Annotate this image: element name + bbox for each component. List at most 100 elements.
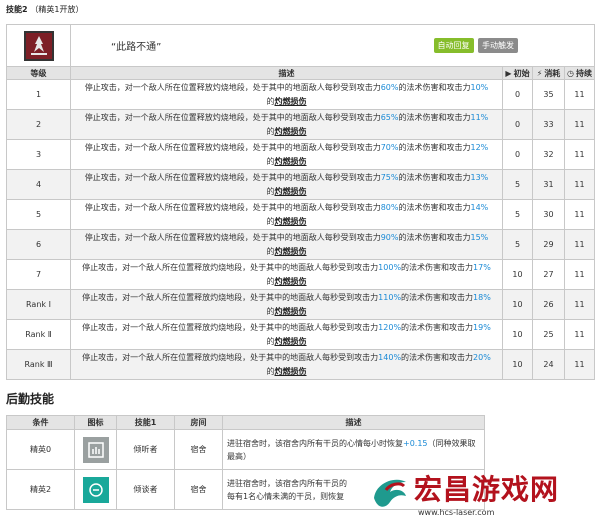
watermark-brand: 宏昌游戏网 — [414, 472, 560, 506]
tag-auto-recovery: 自动回复 — [433, 38, 474, 53]
level-cost: 33 — [532, 109, 565, 140]
level-cost: 31 — [532, 169, 565, 200]
col-desc: 描述 — [70, 66, 503, 80]
skill-flame-icon — [23, 30, 54, 61]
skill-level-row: Rank Ⅰ 停止攻击，对一个敌人所在位置释放灼烧地段，处于其中的地面敌人每秒受到… — [6, 289, 596, 320]
level-cost: 30 — [532, 199, 565, 230]
level-duration: 11 — [563, 109, 596, 140]
level-label: Rank Ⅲ — [6, 349, 71, 380]
level-label: 6 — [6, 229, 71, 260]
level-desc: 停止攻击，对一个敌人所在位置释放灼烧地段，处于其中的地面敌人每秒受到攻击力90%… — [70, 229, 503, 260]
level-desc: 停止攻击，对一个敌人所在位置释放灼烧地段，处于其中的地面敌人每秒受到攻击力70%… — [70, 139, 503, 170]
skill-column-header: 等级 描述 ▶ 初始 ⚡ 消耗 ◷ 持续 — [6, 66, 596, 80]
skill-level-row: 4 停止攻击，对一个敌人所在位置释放灼烧地段，处于其中的地面敌人每秒受到攻击力75… — [6, 169, 596, 200]
level-desc: 停止攻击，对一个敌人所在位置释放灼烧地段，处于其中的地面敌人每秒受到攻击力140… — [70, 349, 503, 380]
bolt-icon: ⚡ — [536, 68, 543, 78]
level-duration: 11 — [563, 349, 596, 380]
skill-name: “此路不通” — [111, 42, 162, 53]
level-desc: 停止攻击，对一个敌人所在位置释放灼烧地段，处于其中的地面敌人每秒受到攻击力80%… — [70, 199, 503, 230]
level-init: 0 — [502, 79, 533, 110]
base-skill: 倾谈者 — [116, 469, 175, 510]
level-label: 7 — [6, 259, 71, 290]
base-col-icon: 图标 — [74, 415, 117, 430]
skill-header-row: “此路不通” 自动回复 手动触发 — [6, 24, 596, 67]
level-init: 0 — [502, 109, 533, 140]
base-col-skill: 技能1 — [116, 415, 175, 430]
level-init: 10 — [502, 349, 533, 380]
level-duration: 11 — [563, 259, 596, 290]
dorm-people-icon — [82, 436, 109, 463]
section-title-main: 技能2 — [6, 5, 28, 14]
level-cost: 25 — [532, 319, 565, 350]
skill-icon-cell — [6, 24, 71, 67]
level-cost: 29 — [532, 229, 565, 260]
level-desc: 停止攻击，对一个敌人所在位置释放灼烧地段，处于其中的地面敌人每秒受到攻击力100… — [70, 259, 503, 290]
base-cond: 精英0 — [6, 429, 75, 470]
section-title-sub: （精英1开放） — [30, 5, 84, 14]
level-label: 4 — [6, 169, 71, 200]
level-init: 10 — [502, 319, 533, 350]
level-label: 1 — [6, 79, 71, 110]
dorm-chat-icon — [82, 476, 109, 503]
level-init: 5 — [502, 229, 533, 260]
level-desc: 停止攻击，对一个敌人所在位置释放灼烧地段，处于其中的地面敌人每秒受到攻击力65%… — [70, 109, 503, 140]
base-room: 宿舍 — [174, 429, 223, 470]
level-duration: 11 — [563, 319, 596, 350]
skill-name-cell: “此路不通” 自动回复 手动触发 — [69, 24, 596, 67]
level-desc: 停止攻击，对一个敌人所在位置释放灼烧地段，处于其中的地面敌人每秒受到攻击力110… — [70, 289, 503, 320]
base-col-cond: 条件 — [6, 415, 75, 430]
base-skill: 倾听者 — [116, 429, 175, 470]
level-duration: 11 — [563, 289, 596, 320]
level-desc: 停止攻击，对一个敌人所在位置释放灼烧地段，处于其中的地面敌人每秒受到攻击力75%… — [70, 169, 503, 200]
col-level: 等级 — [6, 66, 71, 80]
skill-level-row: 6 停止攻击，对一个敌人所在位置释放灼烧地段，处于其中的地面敌人每秒受到攻击力90… — [6, 229, 596, 260]
dragon-logo-icon — [374, 479, 406, 507]
tag-manual-trigger: 手动触发 — [478, 38, 519, 53]
level-duration: 11 — [563, 139, 596, 170]
base-col-room: 房间 — [174, 415, 223, 430]
skill-level-row: 5 停止攻击，对一个敌人所在位置释放灼烧地段，处于其中的地面敌人每秒受到攻击力80… — [6, 199, 596, 230]
level-desc: 停止攻击，对一个敌人所在位置释放灼烧地段，处于其中的地面敌人每秒受到攻击力60%… — [70, 79, 503, 110]
play-icon: ▶ — [505, 68, 512, 78]
section-title: 技能2 （精英1开放） — [6, 4, 83, 15]
col-duration: ◷ 持续 — [563, 66, 596, 80]
watermark-url: www.hcs-laser.com — [418, 507, 495, 517]
level-duration: 11 — [563, 199, 596, 230]
base-cond: 精英2 — [6, 469, 75, 510]
skill-level-row: 3 停止攻击，对一个敌人所在位置释放灼烧地段，处于其中的地面敌人每秒受到攻击力70… — [6, 139, 596, 170]
level-label: 2 — [6, 109, 71, 140]
level-init: 5 — [502, 199, 533, 230]
clock-icon: ◷ — [567, 68, 575, 78]
level-duration: 11 — [563, 79, 596, 110]
base-icon-cell — [74, 469, 117, 510]
level-duration: 11 — [563, 229, 596, 260]
base-skill-title: 后勤技能 — [6, 392, 55, 406]
level-init: 0 — [502, 139, 533, 170]
skill-tags: 自动回复 手动触发 — [432, 38, 519, 53]
level-label: 3 — [6, 139, 71, 170]
skill-level-row: 7 停止攻击，对一个敌人所在位置释放灼烧地段，处于其中的地面敌人每秒受到攻击力10… — [6, 259, 596, 290]
base-col-desc: 描述 — [222, 415, 485, 430]
skill-level-row: Rank Ⅲ 停止攻击，对一个敌人所在位置释放灼烧地段，处于其中的地面敌人每秒受到… — [6, 349, 596, 380]
level-cost: 32 — [532, 139, 565, 170]
level-duration: 11 — [563, 169, 596, 200]
level-init: 10 — [502, 259, 533, 290]
level-cost: 26 — [532, 289, 565, 320]
base-room: 宿舍 — [174, 469, 223, 510]
base-column-header: 条件 图标 技能1 房间 描述 — [6, 415, 485, 430]
level-cost: 27 — [532, 259, 565, 290]
level-label: Rank Ⅱ — [6, 319, 71, 350]
skill-table: “此路不通” 自动回复 手动触发 等级 描述 ▶ 初始 ⚡ 消耗 ◷ 持续 1 停止攻击… — [6, 24, 596, 380]
skill-level-row: 2 停止攻击，对一个敌人所在位置释放灼烧地段，处于其中的地面敌人每秒受到攻击力65… — [6, 109, 596, 140]
col-cost: ⚡ 消耗 — [532, 66, 565, 80]
level-desc: 停止攻击，对一个敌人所在位置释放灼烧地段，处于其中的地面敌人每秒受到攻击力120… — [70, 319, 503, 350]
skill-level-row: 1 停止攻击，对一个敌人所在位置释放灼烧地段，处于其中的地面敌人每秒受到攻击力60… — [6, 79, 596, 110]
level-init: 10 — [502, 289, 533, 320]
skill-level-row: Rank Ⅱ 停止攻击，对一个敌人所在位置释放灼烧地段，处于其中的地面敌人每秒受到… — [6, 319, 596, 350]
base-icon-cell — [74, 429, 117, 470]
level-label: 5 — [6, 199, 71, 230]
col-init: ▶ 初始 — [502, 66, 533, 80]
level-cost: 24 — [532, 349, 565, 380]
level-init: 5 — [502, 169, 533, 200]
watermark: 宏昌游戏网 www.hcs-laser.com — [366, 464, 596, 520]
